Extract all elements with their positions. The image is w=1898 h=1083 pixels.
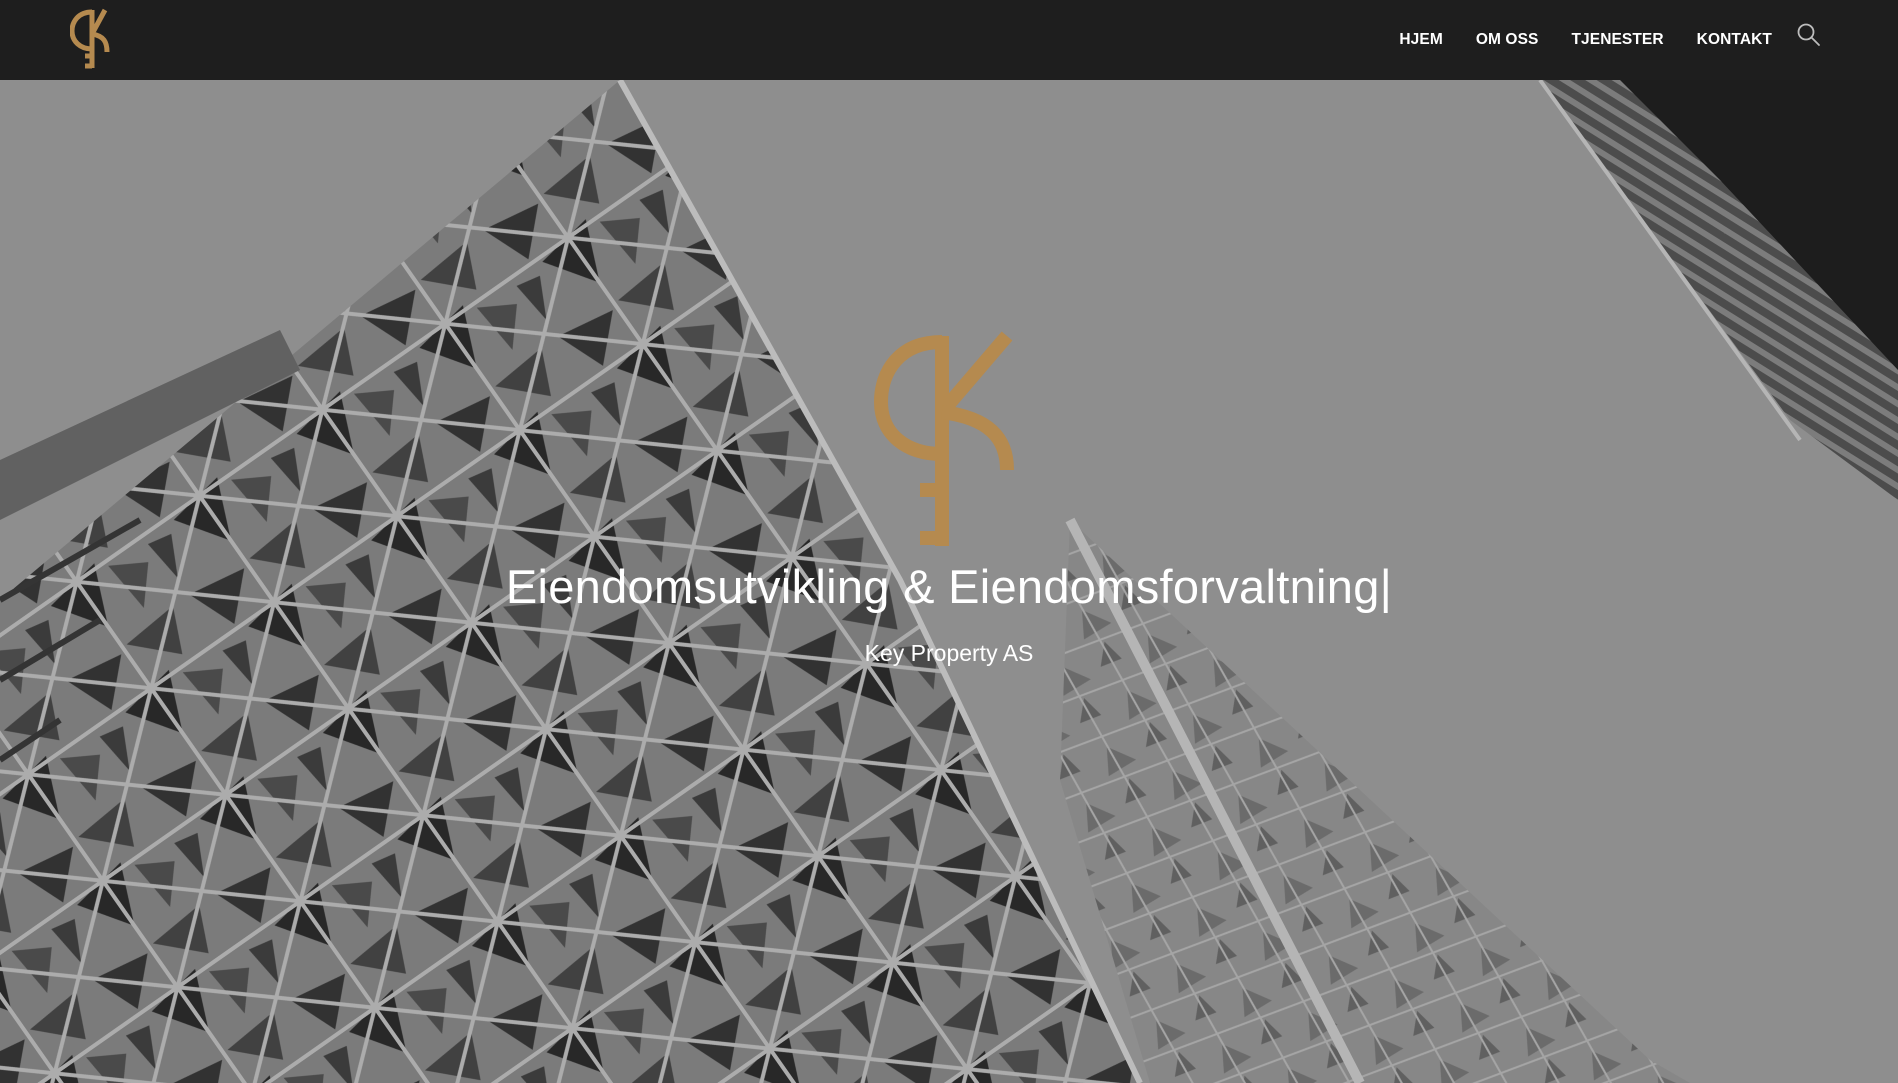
nav-item-om-oss[interactable]: OM OSS [1476,31,1539,49]
hero-title: Eiendomsutvikling & Eiendomsforvaltning| [505,560,1393,613]
top-navbar: HJEM OM OSS TJENESTER KONTAKT [0,0,1898,80]
hero-content: Eiendomsutvikling & Eiendomsforvaltning|… [0,330,1898,668]
hero-subtitle: Key Property AS [864,640,1034,666]
key-k-logo-icon [874,331,1014,546]
nav-item-kontakt[interactable]: KONTAKT [1697,31,1772,49]
search-icon[interactable] [1796,22,1822,48]
main-navigation: HJEM OM OSS TJENESTER KONTAKT [1399,0,1772,80]
hero-section: Eiendomsutvikling & Eiendomsforvaltning|… [0,80,1898,1083]
nav-item-tjenester[interactable]: TJENESTER [1571,31,1663,49]
nav-item-hjem[interactable]: HJEM [1399,31,1442,49]
key-k-logo-icon [70,8,110,69]
